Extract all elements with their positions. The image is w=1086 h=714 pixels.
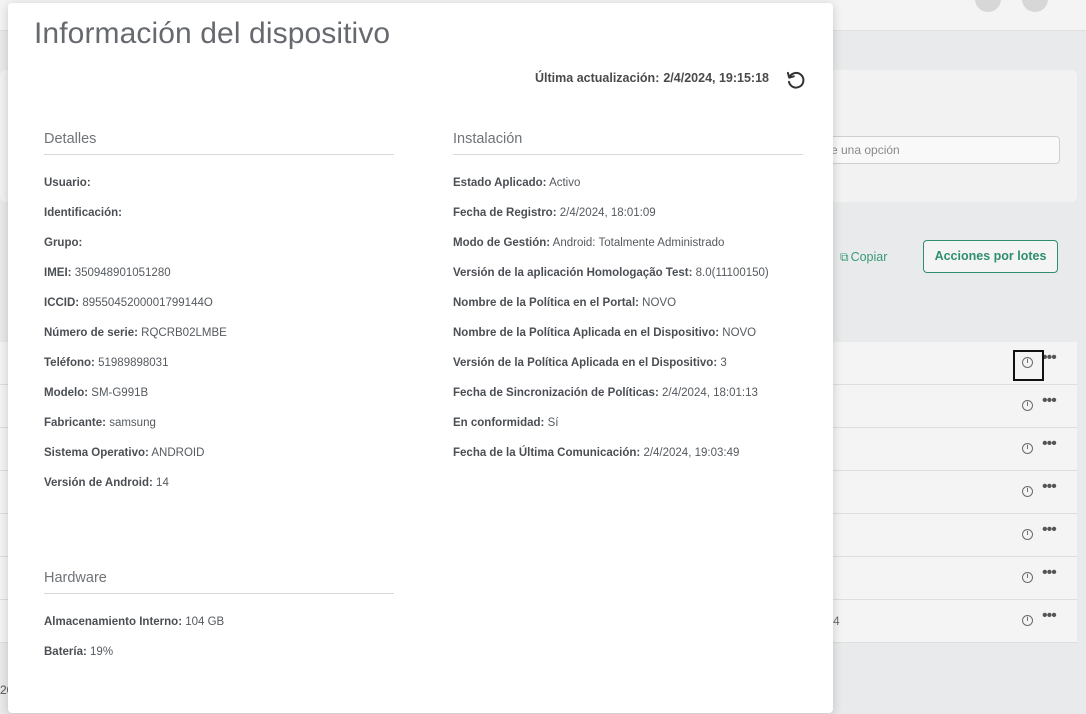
batch-actions-button[interactable]: Acciones por lotes xyxy=(923,240,1058,273)
field-android-version: Versión de Android: 14 xyxy=(44,477,169,489)
field-applied-state: Estado Aplicado: Activo xyxy=(453,177,581,189)
info-icon[interactable]: i xyxy=(1022,400,1033,411)
field-policy-sync-date: Fecha de Sincronización de Políticas: 2/… xyxy=(453,387,758,399)
field-app-version: Versión de la aplicación Homologação Tes… xyxy=(453,267,769,279)
info-icon[interactable]: i xyxy=(1022,615,1033,626)
installation-title: Instalación xyxy=(453,131,803,155)
field-group: Grupo: xyxy=(44,237,83,249)
copy-button[interactable]: ⧉ Copiar xyxy=(840,248,887,266)
last-update: Última actualización: 2/4/2024, 19:15:18 xyxy=(535,71,769,85)
field-applied-policy-version: Versión de la Política Aplicada en el Di… xyxy=(453,357,727,369)
field-portal-policy-name: Nombre de la Política en el Portal: NOVO xyxy=(453,297,677,309)
modal-title: Información del dispositivo xyxy=(34,17,391,50)
filter-select[interactable]: e una opción xyxy=(800,136,1060,164)
more-options-icon[interactable]: ••• xyxy=(1042,565,1060,585)
field-identification: Identificación: xyxy=(44,207,122,219)
last-update-value: 2/4/2024, 19:15:18 xyxy=(663,71,769,85)
field-model: Modelo: SM-G991B xyxy=(44,387,149,399)
info-icon[interactable]: i xyxy=(1022,486,1033,497)
topbar-avatar-icon[interactable] xyxy=(975,0,1001,12)
copy-icon: ⧉ xyxy=(840,250,849,264)
device-info-modal: Información del dispositivo Última actua… xyxy=(8,3,833,713)
refresh-icon xyxy=(786,71,805,89)
field-user: Usuario: xyxy=(44,177,91,189)
info-icon[interactable]: i xyxy=(1022,443,1033,454)
field-battery: Batería: 19% xyxy=(44,646,114,658)
field-iccid: ICCID: 8955045200001799144O xyxy=(44,297,213,309)
details-section: Detalles Usuario: Identificación: Grupo:… xyxy=(44,131,394,491)
field-registration-date: Fecha de Registro: 2/4/2024, 18:01:09 xyxy=(453,207,656,219)
more-options-icon[interactable]: ••• xyxy=(1042,350,1060,370)
more-options-icon[interactable]: ••• xyxy=(1042,393,1060,413)
info-icon[interactable]: i xyxy=(1022,529,1033,540)
field-phone: Teléfono: 51989898031 xyxy=(44,357,169,369)
field-imei: IMEI: 350948901051280 xyxy=(44,267,171,279)
focus-highlight xyxy=(1013,350,1044,381)
info-icon[interactable]: i xyxy=(1022,572,1033,583)
copy-label: Copiar xyxy=(850,250,888,264)
more-options-icon[interactable]: ••• xyxy=(1042,522,1060,542)
row-cell-text: 4 xyxy=(833,614,840,628)
more-options-icon[interactable]: ••• xyxy=(1042,608,1060,628)
hardware-section: Hardware Almacenamiento Interno: 104 GB … xyxy=(44,570,394,670)
field-last-communication: Fecha de la Última Comunicación: 2/4/202… xyxy=(453,447,740,459)
field-os: Sistema Operativo: ANDROID xyxy=(44,447,205,459)
refresh-button[interactable] xyxy=(785,69,807,91)
more-options-icon[interactable]: ••• xyxy=(1042,479,1060,499)
field-internal-storage: Almacenamiento Interno: 104 GB xyxy=(44,616,225,628)
last-update-label: Última actualización: xyxy=(535,71,660,85)
field-serial: Número de serie: RQCRB02LMBE xyxy=(44,327,227,339)
topbar-menu-icon[interactable] xyxy=(1022,0,1048,12)
field-manufacturer: Fabricante: samsung xyxy=(44,417,156,429)
hardware-title: Hardware xyxy=(44,570,394,594)
field-compliance: En conformidad: Sí xyxy=(453,417,559,429)
field-applied-policy-name: Nombre de la Política Aplicada en el Dis… xyxy=(453,327,757,339)
installation-section: Instalación Estado Aplicado: Activo Fech… xyxy=(453,131,803,471)
more-options-icon[interactable]: ••• xyxy=(1042,436,1060,456)
field-management-mode: Modo de Gestión: Android: Totalmente Adm… xyxy=(453,237,725,249)
details-title: Detalles xyxy=(44,131,394,155)
